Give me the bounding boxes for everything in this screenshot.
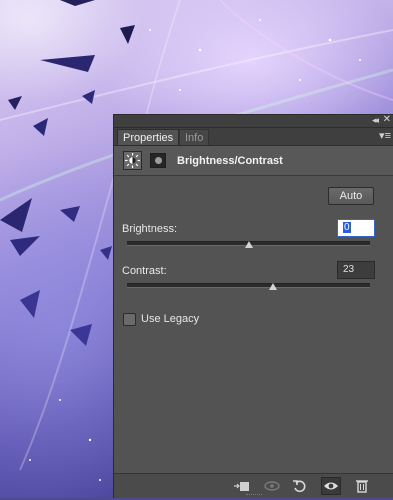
brightness-label: Brightness:	[122, 223, 178, 235]
view-previous-state-icon[interactable]	[262, 477, 282, 495]
contrast-slider[interactable]	[127, 283, 370, 290]
layer-mask-icon[interactable]	[150, 153, 166, 168]
brightness-value: 0	[343, 222, 351, 233]
use-legacy-label: Use Legacy	[141, 313, 200, 325]
brightness-input[interactable]: 0	[337, 219, 375, 237]
contrast-slider-thumb[interactable]	[268, 283, 277, 290]
adjustment-header: Brightness/Contrast	[114, 146, 393, 176]
resize-grip[interactable]	[246, 494, 262, 497]
clip-to-layer-icon[interactable]	[232, 477, 252, 495]
brightness-sun-icon[interactable]	[123, 151, 142, 170]
reset-icon[interactable]	[290, 477, 310, 495]
panel-footer	[114, 473, 393, 498]
trash-icon[interactable]	[352, 477, 372, 495]
contrast-label: Contrast:	[122, 265, 167, 277]
panel-titlebar: ◂◂ ✕	[114, 114, 393, 128]
adjustment-title: Brightness/Contrast	[177, 155, 283, 167]
tab-info[interactable]: Info	[179, 129, 210, 145]
eye-icon[interactable]	[321, 477, 341, 495]
auto-button[interactable]: Auto	[328, 187, 374, 205]
tab-properties[interactable]: Properties	[117, 129, 180, 145]
use-legacy-checkbox[interactable]	[123, 313, 136, 326]
properties-panel: ◂◂ ✕ Properties Info ▾≡ Brightness/Contr…	[113, 114, 393, 498]
contrast-input[interactable]: 23	[337, 261, 375, 279]
brightness-slider-thumb[interactable]	[244, 241, 253, 248]
panel-menu-icon[interactable]: ▾≡	[379, 130, 391, 142]
panel-tabs: Properties Info ▾≡	[114, 128, 393, 146]
double-chevron-right-icon[interactable]: ◂◂	[372, 115, 379, 126]
close-icon[interactable]: ✕	[383, 114, 391, 126]
brightness-slider[interactable]	[127, 241, 370, 248]
